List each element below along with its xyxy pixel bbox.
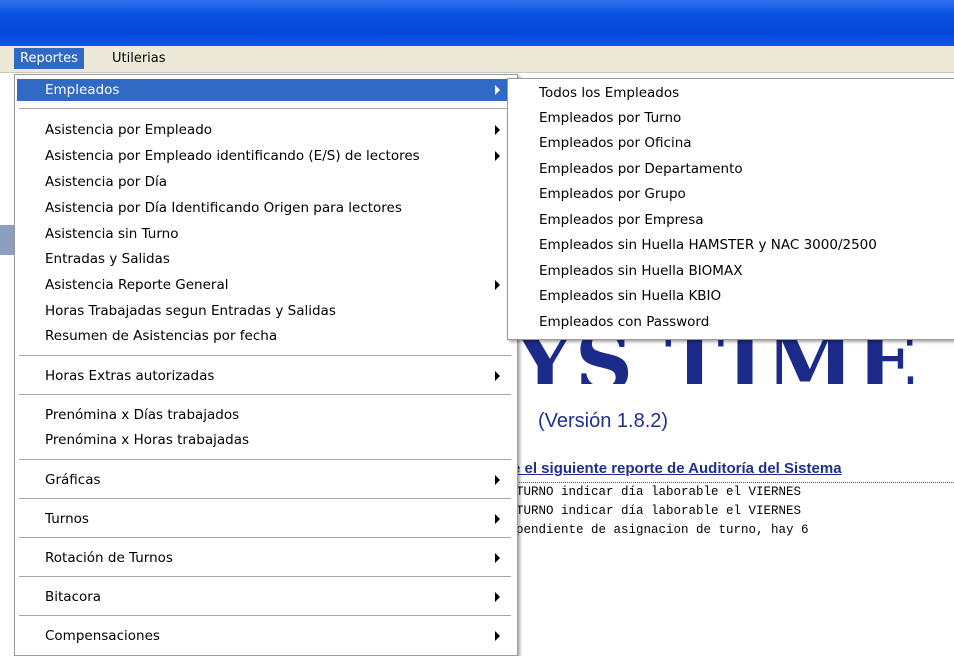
menu-item-compensaciones[interactable]: Compensaciones	[17, 625, 513, 647]
menu-bar: Reportes Utilerias	[0, 46, 954, 73]
menu-item-label: Turnos	[45, 511, 89, 527]
reportes-dropdown-menu: Empleados Asistencia por Empleado Asiste…	[14, 74, 518, 656]
menu-item-label: Compensaciones	[45, 628, 160, 644]
menu-item-label: Rotación de Turnos	[45, 550, 173, 566]
menu-separator	[19, 498, 511, 499]
menu-item-label: Gráficas	[45, 472, 101, 488]
menu-item-label: Entradas y Salidas	[45, 251, 170, 267]
submenu-item-por-turno[interactable]: Empleados por Turno	[510, 106, 950, 131]
menu-separator	[19, 615, 511, 616]
submenu-arrow-icon	[495, 514, 500, 524]
menu-item-label: Asistencia por Empleado identificando (E…	[45, 148, 420, 164]
menu-separator	[19, 394, 511, 395]
empleados-submenu: Todos los Empleados Empleados por Turno …	[507, 78, 954, 340]
submenu-item-sin-huella-biomax[interactable]: Empleados sin Huella BIOMAX	[510, 259, 950, 284]
audit-log-line: pendiente de asignacion de turno, hay 6	[516, 523, 809, 537]
submenu-item-label: Todos los Empleados	[539, 85, 680, 101]
menu-item-label: Asistencia sin Turno	[45, 226, 179, 242]
menu-item-rotacion-turnos[interactable]: Rotación de Turnos	[17, 547, 513, 569]
menu-separator	[19, 459, 511, 460]
menu-item-entradas-y-salidas[interactable]: Entradas y Salidas	[17, 248, 513, 270]
menu-item-label: Asistencia por Día	[45, 174, 168, 190]
app-version: (Versión 1.8.2)	[538, 410, 669, 432]
submenu-item-por-empresa[interactable]: Empleados por Empresa	[510, 208, 950, 233]
submenu-item-label: Empleados sin Huella KBIO	[539, 288, 722, 304]
menu-item-resumen-asistencias[interactable]: Resumen de Asistencias por fecha	[17, 325, 513, 347]
submenu-item-sin-huella-kbio[interactable]: Empleados sin Huella KBIO	[510, 284, 950, 309]
audit-log: TURNO indicar día laborable el VIERNES T…	[512, 482, 954, 540]
submenu-arrow-icon	[495, 592, 500, 602]
window-title-bar	[0, 0, 954, 46]
menu-item-label: Horas Trabajadas segun Entradas y Salida…	[45, 303, 336, 319]
submenu-item-todos-los-empleados[interactable]: Todos los Empleados	[510, 81, 950, 106]
menu-reportes[interactable]: Reportes	[14, 48, 84, 69]
menu-item-label: Asistencia Reporte General	[45, 277, 229, 293]
submenu-item-label: Empleados sin Huella BIOMAX	[539, 263, 743, 279]
menu-item-asistencia-por-empleado-es[interactable]: Asistencia por Empleado identificando (E…	[17, 145, 513, 167]
submenu-arrow-icon	[495, 475, 500, 485]
submenu-arrow-icon	[495, 553, 500, 563]
menu-item-graficas[interactable]: Gráficas	[17, 469, 513, 491]
menu-item-asistencia-por-empleado[interactable]: Asistencia por Empleado	[17, 119, 513, 141]
menu-separator	[19, 576, 511, 577]
submenu-item-por-departamento[interactable]: Empleados por Departamento	[510, 157, 950, 182]
menu-item-asistencia-reporte-general[interactable]: Asistencia Reporte General	[17, 274, 513, 296]
menu-item-empleados[interactable]: Empleados	[17, 79, 513, 101]
menu-item-label: Asistencia por Empleado	[45, 122, 213, 138]
submenu-item-label: Empleados por Turno	[539, 110, 682, 126]
menu-item-label: Resumen de Asistencias por fecha	[45, 328, 278, 344]
submenu-item-label: Empleados con Password	[539, 314, 710, 330]
submenu-arrow-icon	[495, 151, 500, 161]
menu-item-label: Horas Extras autorizadas	[45, 368, 215, 384]
submenu-item-label: Empleados por Departamento	[539, 161, 743, 177]
menu-item-label: Empleados	[45, 82, 120, 98]
submenu-arrow-icon	[495, 371, 500, 381]
menu-item-label: Prenómina x Horas trabajadas	[45, 432, 249, 448]
submenu-item-por-oficina[interactable]: Empleados por Oficina	[510, 131, 950, 156]
menu-item-label: Prenómina x Días trabajados	[45, 407, 240, 423]
audit-report-heading: e el siguiente reporte de Auditoría del …	[512, 460, 842, 477]
menu-separator	[19, 355, 511, 356]
menu-item-prenomina-horas[interactable]: Prenómina x Horas trabajadas	[17, 429, 513, 451]
menu-item-bitacora[interactable]: Bitacora	[17, 586, 513, 608]
menu-separator	[19, 108, 511, 109]
submenu-item-sin-huella-hamster[interactable]: Empleados sin Huella HAMSTER y NAC 3000/…	[510, 233, 950, 258]
menu-item-horas-trabajadas[interactable]: Horas Trabajadas segun Entradas y Salida…	[17, 300, 513, 322]
menu-item-turnos[interactable]: Turnos	[17, 508, 513, 530]
menu-item-asistencia-por-dia-origen[interactable]: Asistencia por Día Identificando Origen …	[17, 197, 513, 219]
submenu-arrow-icon	[495, 280, 500, 290]
menu-utilerias[interactable]: Utilerias	[106, 48, 172, 69]
audit-log-line: TURNO indicar día laborable el VIERNES	[516, 504, 802, 518]
menu-item-asistencia-sin-turno[interactable]: Asistencia sin Turno	[17, 223, 513, 245]
submenu-arrow-icon	[495, 125, 500, 135]
submenu-item-con-password[interactable]: Empleados con Password	[510, 310, 950, 335]
menu-item-label: Bitacora	[45, 589, 102, 605]
audit-log-line: TURNO indicar día laborable el VIERNES	[516, 485, 802, 499]
menu-item-prenomina-dias[interactable]: Prenómina x Días trabajados	[17, 404, 513, 426]
submenu-item-label: Empleados por Grupo	[539, 186, 686, 202]
submenu-item-por-grupo[interactable]: Empleados por Grupo	[510, 182, 950, 207]
menu-separator	[19, 537, 511, 538]
submenu-arrow-icon	[495, 85, 500, 95]
submenu-item-label: Empleados por Oficina	[539, 135, 692, 151]
menu-item-asistencia-por-dia[interactable]: Asistencia por Día	[17, 171, 513, 193]
submenu-item-label: Empleados por Empresa	[539, 212, 704, 228]
menu-item-label: Asistencia por Día Identificando Origen …	[45, 200, 402, 216]
submenu-arrow-icon	[495, 631, 500, 641]
menu-item-horas-extras[interactable]: Horas Extras autorizadas	[17, 365, 513, 387]
submenu-item-label: Empleados sin Huella HAMSTER y NAC 3000/…	[539, 237, 877, 253]
